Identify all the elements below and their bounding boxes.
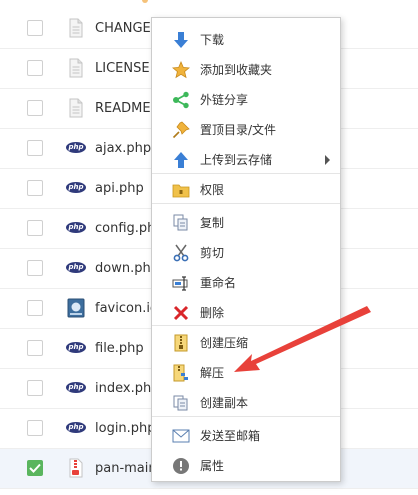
annotation-arrow-shape — [234, 306, 371, 372]
file-manager-view: CHANGEL LICENSE README.r php ajax.php php api.… — [0, 0, 418, 495]
annotation-arrow — [234, 306, 371, 372]
